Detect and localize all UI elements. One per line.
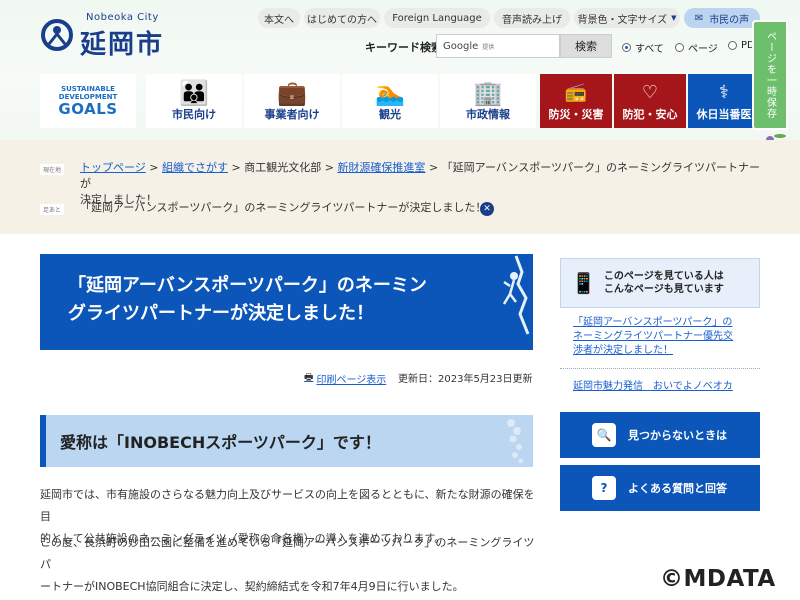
radio-selected-icon: [622, 43, 631, 52]
logo-en-text: Nobeoka City: [86, 12, 159, 23]
breadcrumb-separator: >: [149, 161, 162, 174]
breadcrumb-separator: >: [324, 161, 338, 174]
print-page-label: 印刷ページ表示: [316, 375, 387, 386]
nav-safety-label: 防犯・安心: [622, 108, 678, 121]
search-scope-page-radio[interactable]: ページ: [675, 40, 718, 55]
nav-citizens[interactable]: 👪 市民向け: [146, 74, 242, 128]
question-bubble-icon: ?: [592, 476, 616, 500]
people-icon: 👪: [179, 79, 209, 107]
google-label: Google: [443, 40, 479, 52]
text-to-speech-link[interactable]: 音声読み上げ: [494, 8, 570, 28]
tourism-icon: 🏊: [375, 79, 405, 107]
close-icon[interactable]: ✕: [480, 202, 494, 216]
flower-decoration-icon: [507, 419, 524, 464]
print-page-link[interactable]: 🖶 印刷ページ表示: [304, 370, 386, 387]
section-heading-text: 愛称は「INOBECHスポーツパーク」です！: [60, 433, 381, 452]
search-scope-all-radio[interactable]: すべて: [622, 40, 664, 55]
logo-jp-text[interactable]: 延岡市: [80, 24, 164, 61]
page-title-line1: 「延岡アーバンスポーツパーク」のネーミン: [68, 275, 427, 296]
google-provided-label: 提供: [482, 43, 495, 51]
not-found-button[interactable]: 🔍 見つからないときは: [560, 412, 760, 458]
radio-icon: [675, 43, 684, 52]
breadcrumb-dept: 商工観光文化部: [244, 161, 322, 174]
stethoscope-icon: ⚕: [719, 82, 729, 103]
section-heading: 愛称は「INOBECHスポーツパーク」です！: [40, 415, 533, 467]
save-page-tab[interactable]: ページを一時保存: [752, 20, 788, 130]
body-paragraph-2-line2: ートナーがINOBECH協同組合に決定し、契約締結式を令和7年4月9日に行いまし…: [40, 580, 464, 593]
body-paragraph-2-line1: この度、長浜町の妙田公園に整備を進めている「延岡アーバンスポーツパーク」のネーミ…: [40, 536, 535, 571]
history-item[interactable]: 「延岡アーバンスポーツパーク」のネーミングライツパートナーが決定しました！: [80, 200, 760, 216]
nav-citizens-label: 市民向け: [172, 108, 216, 121]
keyword-search-label: キーワード検索: [365, 41, 442, 54]
climber-illustration-icon: [502, 255, 530, 335]
search-button[interactable]: 検索: [560, 34, 612, 58]
breadcrumb-separator: >: [231, 161, 245, 174]
mail-icon: ✉: [694, 12, 704, 24]
nav-holiday-doctor-label: 休日当番医: [696, 108, 752, 121]
foreign-language-link[interactable]: Foreign Language: [384, 8, 490, 28]
city-logo-icon[interactable]: [40, 18, 74, 52]
breadcrumb-top[interactable]: トップページ: [80, 161, 146, 174]
sdg-line1: SUSTAINABLE: [61, 85, 115, 93]
related-pages-heading: このページを見ている人は こんなページも見ています: [604, 270, 724, 296]
history-tag: 足あと: [40, 204, 65, 215]
faq-label: よくある質問と回答: [628, 482, 727, 495]
search-document-icon: 🔍: [592, 423, 616, 447]
business-icon: 💼: [277, 79, 307, 107]
related-link-2[interactable]: 延岡市魅力発信 おいでよノベオカ: [573, 380, 753, 394]
first-visit-link[interactable]: はじめての方へ: [304, 8, 380, 28]
background-font-size-dropdown[interactable]: 背景色・文字サイズ ▼: [574, 8, 680, 28]
not-found-label: 見つからないときは: [628, 429, 727, 442]
nav-city-info[interactable]: 🏢 市政情報: [440, 74, 536, 128]
page-title: 「延岡アーバンスポーツパーク」のネーミン グライツパートナーが決定しました！: [40, 254, 533, 350]
nav-disaster-label: 防災・災害: [548, 108, 604, 121]
body-paragraph-2: この度、長浜町の妙田公園に整備を進めている「延岡アーバンスポーツパーク」のネーミ…: [40, 532, 540, 598]
skip-to-content-link[interactable]: 本文へ: [258, 8, 300, 28]
breadcrumb-office[interactable]: 新財源確保推進室: [337, 161, 425, 174]
related-pages-heading-line1: このページを見ている人は: [603, 271, 724, 282]
watermark: ©MDATA: [660, 566, 776, 592]
printer-icon: 🖶: [304, 372, 314, 383]
radio-icon: [728, 41, 737, 50]
citizen-voice-label: 市民の声: [709, 14, 750, 26]
citizen-voice-button[interactable]: ✉ 市民の声: [684, 8, 760, 28]
nav-disaster[interactable]: 📻 防災・災害: [540, 74, 612, 128]
nav-city-info-label: 市政情報: [466, 108, 510, 121]
nav-business-label: 事業者向け: [264, 108, 320, 121]
nav-business[interactable]: 💼 事業者向け: [244, 74, 340, 128]
nav-tourism[interactable]: 🏊 観光: [342, 74, 438, 128]
updated-date: 更新日：2023年5月23日更新: [398, 374, 533, 385]
nav-holiday-doctor[interactable]: ⚕ 休日当番医: [688, 74, 760, 128]
nav-safety[interactable]: ♡ 防犯・安心: [614, 74, 686, 128]
search-input[interactable]: Google 提供: [436, 34, 560, 58]
related-link-1-line3: 渉者が決定しました！: [573, 345, 673, 356]
radio-icon: 📻: [564, 82, 588, 103]
breadcrumb: 現在地 トップページ > 組織でさがす > 商工観光文化部 > 新財源確保推進室…: [0, 140, 800, 234]
related-link-1[interactable]: 「延岡アーバンスポーツパーク」の ネーミングライツパートナー優先交 渉者が決定し…: [573, 316, 753, 358]
related-link-1-line1: 「延岡アーバンスポーツパーク」の: [573, 317, 733, 328]
heart-icon: ♡: [641, 82, 659, 103]
breadcrumb-separator: >: [428, 161, 442, 174]
current-location-tag: 現在地: [40, 164, 65, 175]
related-link-1-line2: ネーミングライツパートナー優先交: [573, 331, 733, 342]
background-font-size-label: 背景色・文字サイズ: [577, 14, 668, 26]
related-pages-card: 📱 このページを見ている人は こんなページも見ています: [560, 258, 760, 308]
breadcrumb-org[interactable]: 組織でさがす: [162, 161, 228, 174]
site-header: Nobeoka City 延岡市 本文へ はじめての方へ Foreign Lan…: [0, 0, 800, 140]
body-paragraph-1-line1: 延岡市では、市有施設のさらなる魅力向上及びサービスの向上を図るとともに、新たな財…: [40, 488, 535, 523]
cityhall-icon: 🏢: [473, 79, 503, 107]
search-scope-all-label: すべて: [635, 44, 664, 55]
related-pages-heading-line2: こんなページも見ています: [603, 284, 724, 295]
nav-tourism-label: 観光: [379, 108, 401, 121]
tablet-touch-icon: 📱: [571, 271, 596, 295]
sdgs-banner[interactable]: SUSTAINABLE DEVELOPMENT GOALS: [40, 74, 136, 128]
faq-button[interactable]: ? よくある質問と回答: [560, 465, 760, 511]
caret-down-icon: ▼: [671, 14, 677, 22]
page-title-line2: グライツパートナーが決定しました！: [68, 303, 374, 324]
search-scope-page-label: ページ: [688, 44, 718, 55]
sdg-goals: GOALS: [58, 100, 118, 118]
